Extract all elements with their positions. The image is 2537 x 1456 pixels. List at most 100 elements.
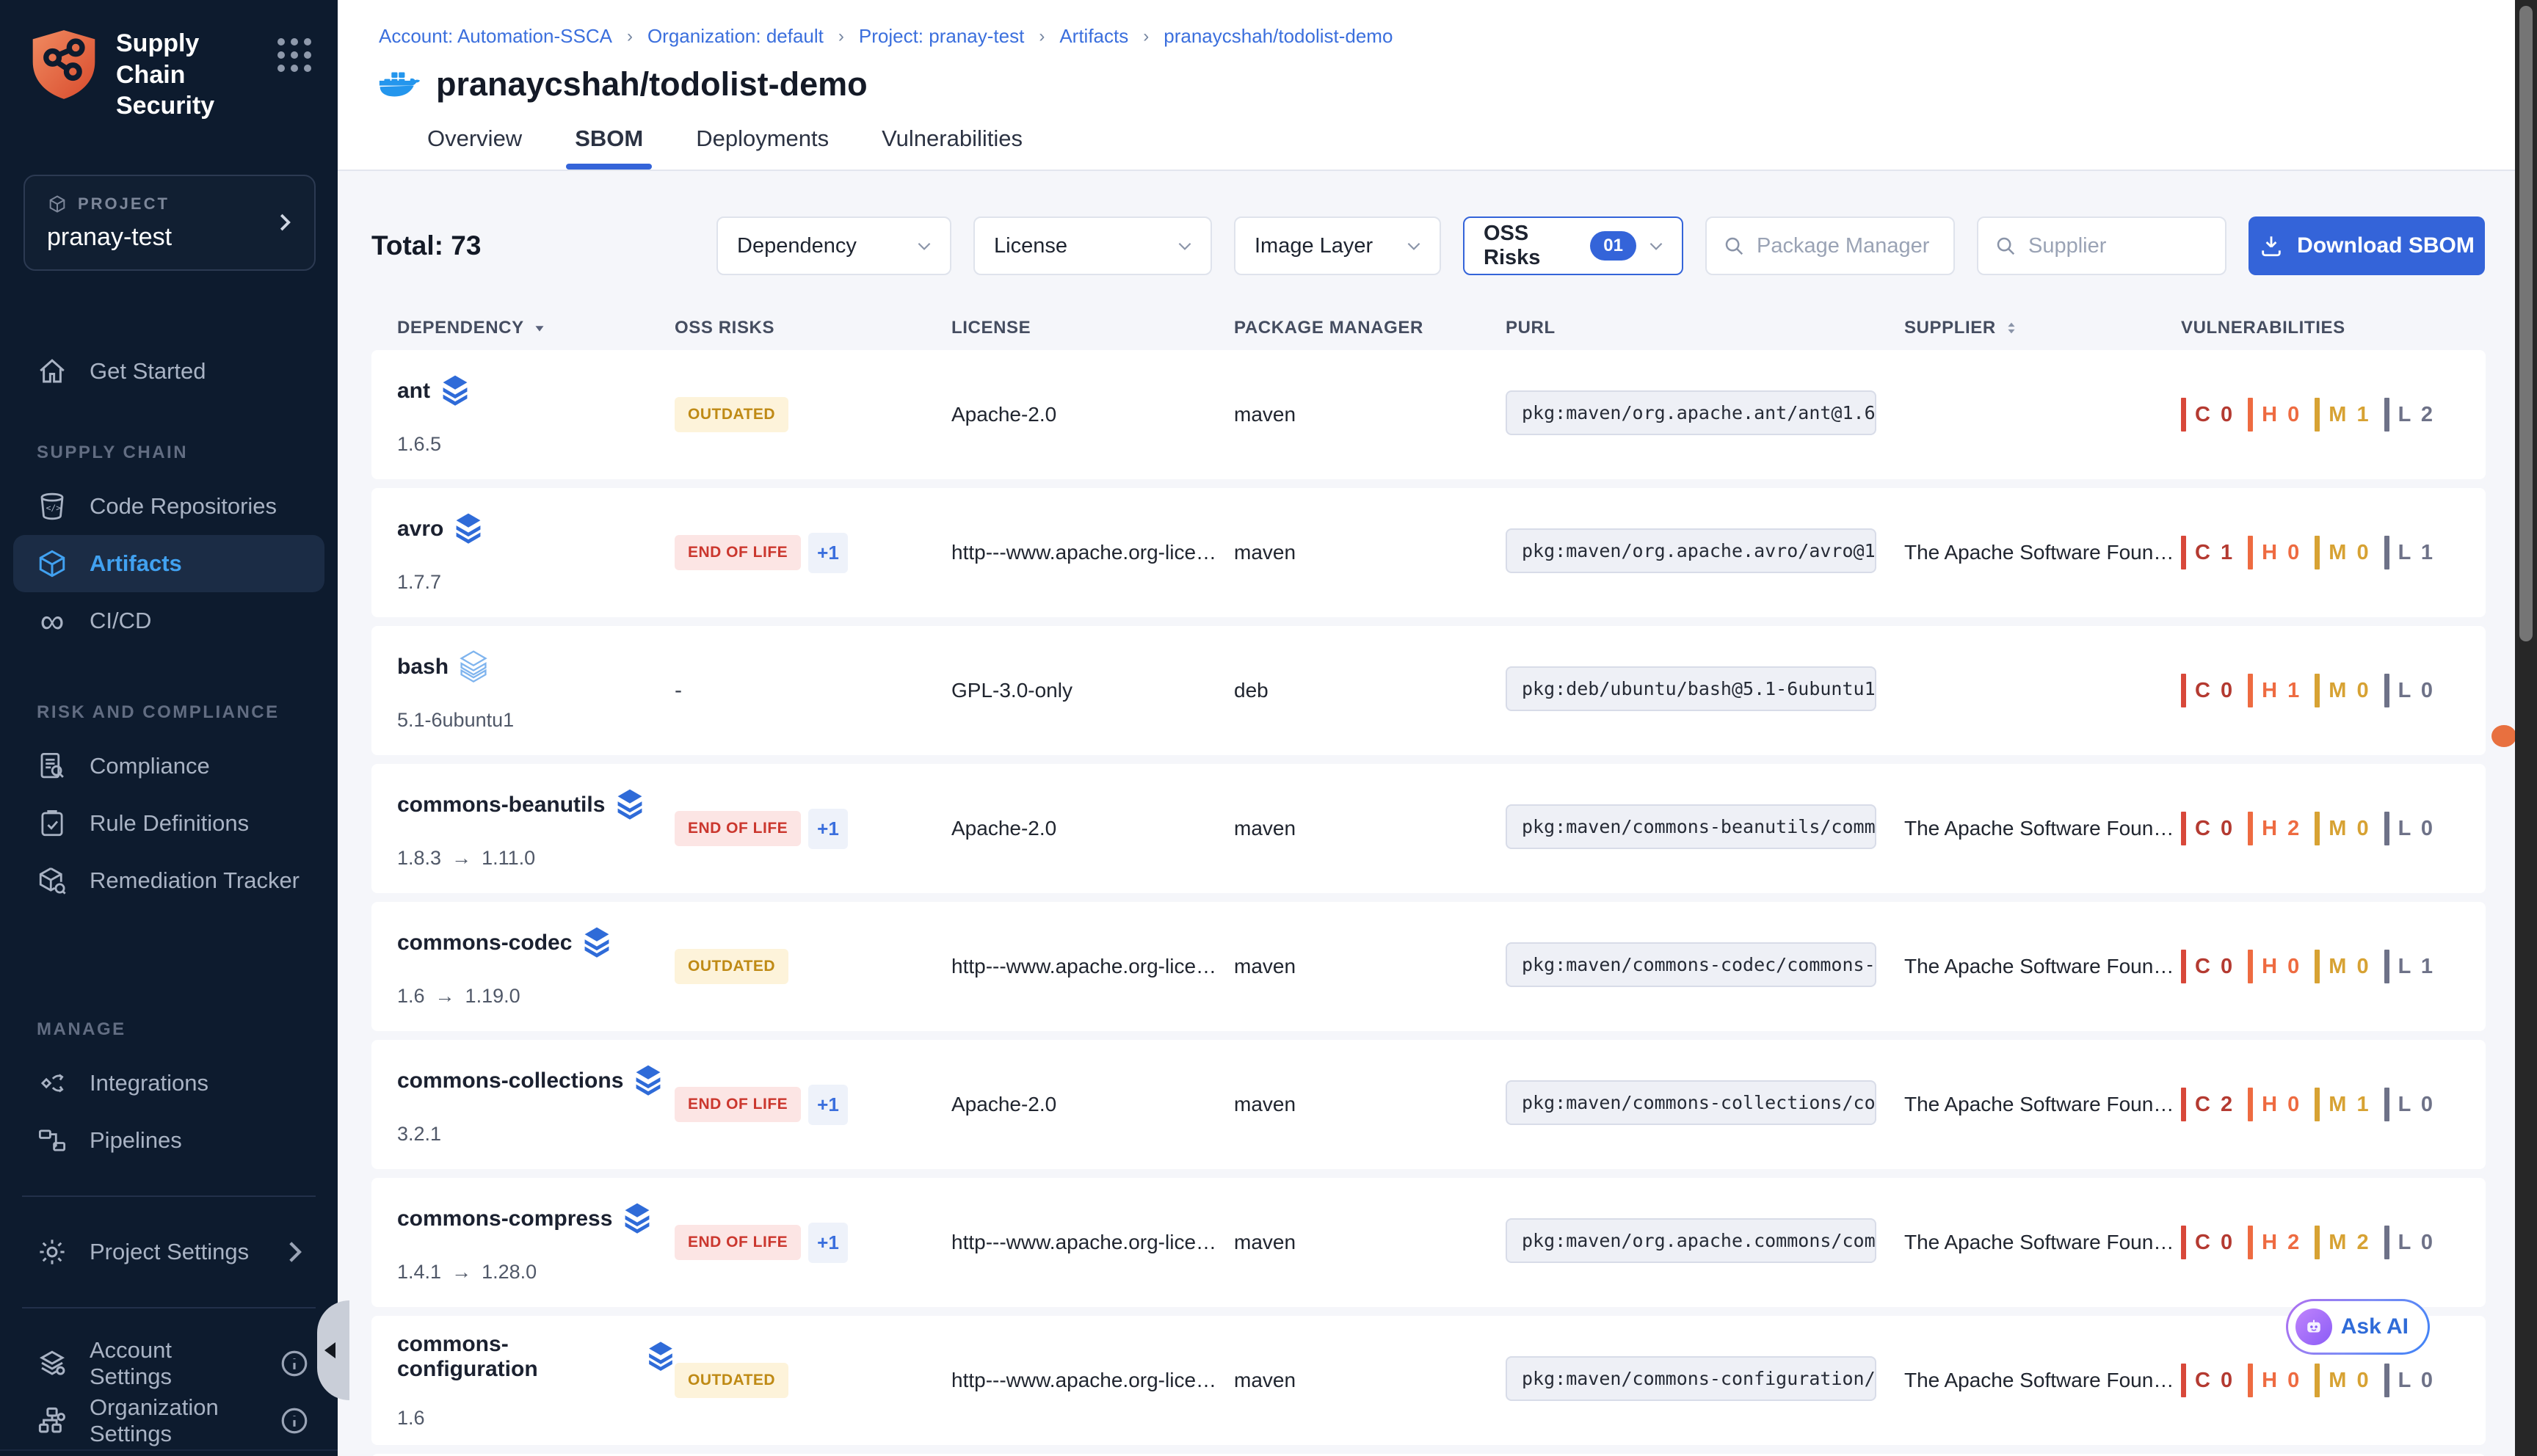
info-icon[interactable] bbox=[279, 1405, 310, 1436]
info-icon[interactable] bbox=[279, 1348, 310, 1379]
sidebar-item-pipelines[interactable]: Pipelines bbox=[0, 1112, 338, 1169]
vuln-count-label: C 0 bbox=[2195, 679, 2235, 703]
supplier-search-input[interactable] bbox=[2028, 234, 2209, 258]
sidebar-item-label: Organization Settings bbox=[90, 1394, 257, 1447]
oss-risk-badge: OUTDATED bbox=[675, 1363, 788, 1398]
vuln-count-low: L 0 bbox=[2384, 1226, 2448, 1259]
dependency-name-label: commons-codec bbox=[397, 931, 572, 956]
tab-sbom[interactable]: SBOM bbox=[575, 125, 643, 170]
table-row[interactable]: commons-compress1.4.1→1.28.0END OF LIFE+… bbox=[371, 1178, 2486, 1307]
vuln-count-medium: M 0 bbox=[2315, 674, 2384, 707]
oss-risks-filter-select[interactable]: OSS Risks01 bbox=[1463, 216, 1683, 275]
oss-risk-badge: OUTDATED bbox=[675, 949, 788, 984]
vuln-count-medium: M 0 bbox=[2315, 536, 2384, 569]
sidebar-bottom: ? Help L Lavakush bbox=[0, 1449, 338, 1456]
table-row[interactable]: ant1.6.5OUTDATEDApache-2.0mavenpkg:maven… bbox=[371, 350, 2486, 479]
chevron-right-icon bbox=[273, 211, 295, 233]
vuln-count-high: H 0 bbox=[2248, 1364, 2315, 1397]
table-row[interactable]: commons-beanutils1.8.3→1.11.0END OF LIFE… bbox=[371, 764, 2486, 893]
vuln-count-label: C 0 bbox=[2195, 1369, 2235, 1393]
sidebar-item-label: Artifacts bbox=[90, 550, 182, 577]
column-header-package-manager: PACKAGE MANAGER bbox=[1234, 318, 1506, 338]
oss-risk-more-badge[interactable]: +1 bbox=[808, 1223, 848, 1263]
sidebar-item-compliance[interactable]: Compliance bbox=[0, 738, 338, 795]
layers-icon bbox=[459, 650, 488, 684]
sort-icon[interactable] bbox=[531, 320, 548, 336]
vuln-count-high: H 0 bbox=[2248, 950, 2315, 983]
project-selector[interactable]: PROJECT pranay-test bbox=[23, 175, 316, 271]
vuln-count-label: H 2 bbox=[2262, 817, 2301, 841]
sidebar-item-get-started[interactable]: Get Started bbox=[0, 343, 338, 400]
breadcrumb-link[interactable]: Project: pranay-test bbox=[859, 25, 1024, 48]
sidebar-item-artifacts[interactable]: Artifacts bbox=[13, 535, 324, 592]
oss-risks-cell: OUTDATED bbox=[675, 949, 951, 984]
package-manager-search[interactable] bbox=[1705, 216, 1955, 275]
breadcrumb-link[interactable]: Account: Automation-SSCA bbox=[379, 25, 612, 48]
dependency-name: commons-compress bbox=[397, 1202, 675, 1236]
home-icon bbox=[37, 356, 68, 387]
table-row[interactable]: commons-codec1.6→1.19.0OUTDATEDhttp---ww… bbox=[371, 902, 2486, 1031]
column-header-supplier[interactable]: SUPPLIER bbox=[1904, 318, 2181, 338]
filter-label: OSS Risks bbox=[1484, 222, 1578, 270]
vuln-severity-bar bbox=[2315, 950, 2320, 983]
vuln-count-label: M 1 bbox=[2329, 403, 2370, 427]
table-row[interactable]: commons-configuration1.6OUTDATEDhttp---w… bbox=[371, 1316, 2486, 1445]
ask-ai-button[interactable]: Ask AI bbox=[2286, 1299, 2430, 1355]
breadcrumb-link[interactable]: Organization: default bbox=[647, 25, 824, 48]
sidebar-item-integrations[interactable]: Integrations bbox=[0, 1055, 338, 1112]
supplier-cell: The Apache Software Foun… bbox=[1904, 817, 2181, 840]
sidebar-item-rule-definitions[interactable]: Rule Definitions bbox=[0, 795, 338, 852]
sidebar-item-remediation-tracker[interactable]: Remediation Tracker bbox=[0, 852, 338, 909]
table-row[interactable]: commons-collections3.2.1END OF LIFE+1Apa… bbox=[371, 1040, 2486, 1169]
license-filter-select[interactable]: License bbox=[973, 216, 1212, 275]
sidebar-item-account-settings[interactable]: Account Settings bbox=[0, 1335, 338, 1392]
docker-whale-icon bbox=[379, 68, 420, 101]
vuln-severity-bar bbox=[2384, 812, 2389, 845]
tab-deployments[interactable]: Deployments bbox=[696, 125, 829, 170]
tab-overview[interactable]: Overview bbox=[427, 125, 522, 170]
license-cell: Apache-2.0 bbox=[951, 403, 1234, 426]
sidebar-item-code-repositories[interactable]: </>Code Repositories bbox=[0, 478, 338, 535]
total-count: Total: 73 bbox=[371, 230, 716, 261]
sidebar-item-organization-settings[interactable]: Organization Settings bbox=[0, 1392, 338, 1449]
oss-risks-cell: END OF LIFE+1 bbox=[675, 533, 951, 573]
purl-value: pkg:deb/ubuntu/bash@5.1-6ubuntu1 bbox=[1506, 666, 1876, 711]
breadcrumb-link[interactable]: pranaycshah/todolist-demo bbox=[1164, 25, 1393, 48]
chevron-down-icon bbox=[1404, 236, 1423, 255]
dependency-filter-select[interactable]: Dependency bbox=[716, 216, 951, 275]
sort-icon[interactable] bbox=[2003, 320, 2019, 336]
app-switcher-grid-icon[interactable] bbox=[277, 38, 311, 72]
purl-cell: pkg:maven/commons-configuration/… bbox=[1506, 1356, 1904, 1405]
column-header-dependency[interactable]: DEPENDENCY bbox=[397, 318, 675, 338]
package-manager-search-input[interactable] bbox=[1757, 234, 1937, 258]
layers-icon bbox=[647, 1340, 675, 1374]
table-row[interactable]: bash5.1-6ubuntu1-GPL-3.0-onlydebpkg:deb/… bbox=[371, 626, 2486, 755]
dependency-cell: commons-collections3.2.1 bbox=[397, 1064, 675, 1146]
scrollbar-thumb[interactable] bbox=[2519, 6, 2533, 641]
image-layer-filter-select[interactable]: Image Layer bbox=[1234, 216, 1441, 275]
supplier-search[interactable] bbox=[1977, 216, 2226, 275]
oss-risk-more-badge[interactable]: +1 bbox=[808, 533, 848, 573]
breadcrumb-link[interactable]: Artifacts bbox=[1059, 25, 1128, 48]
purl-cell: pkg:maven/org.apache.commons/com… bbox=[1506, 1218, 1904, 1267]
sidebar-item-project-settings[interactable]: Project Settings bbox=[0, 1223, 338, 1281]
tab-vulnerabilities[interactable]: Vulnerabilities bbox=[882, 125, 1023, 170]
scrollbar[interactable] bbox=[2515, 0, 2537, 1456]
table-row[interactable]: avro1.7.7END OF LIFE+1http---www.apache.… bbox=[371, 488, 2486, 617]
vulnerabilities-cell: C 1H 0M 0L 1 bbox=[2181, 536, 2486, 569]
download-sbom-button[interactable]: Download SBOM bbox=[2249, 216, 2485, 275]
vuln-count-medium: M 1 bbox=[2315, 398, 2384, 432]
vuln-severity-bar bbox=[2248, 812, 2253, 845]
vuln-severity-bar bbox=[2248, 1226, 2253, 1259]
purl-cell: pkg:maven/org.apache.avro/avro@1… bbox=[1506, 528, 1904, 577]
column-header-label: PURL bbox=[1506, 318, 1556, 338]
vuln-severity-bar bbox=[2248, 1088, 2253, 1121]
oss-risk-more-badge[interactable]: +1 bbox=[808, 1085, 848, 1125]
oss-risk-badge: OUTDATED bbox=[675, 397, 788, 432]
oss-risk-more-badge[interactable]: +1 bbox=[808, 809, 848, 849]
vuln-count-low: L 0 bbox=[2384, 812, 2448, 845]
sidebar-collapse-handle[interactable] bbox=[317, 1300, 349, 1400]
vuln-count-label: C 0 bbox=[2195, 817, 2235, 841]
vuln-severity-bar bbox=[2315, 398, 2320, 432]
sidebar-item-ci-cd[interactable]: ∞CI/CD bbox=[0, 592, 338, 649]
